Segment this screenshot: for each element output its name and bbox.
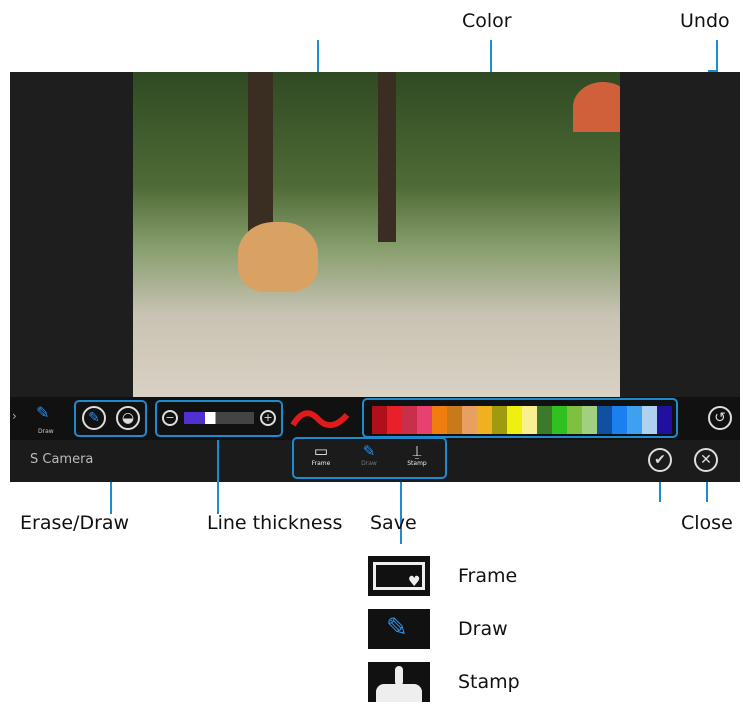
color-swatch[interactable] (612, 406, 627, 434)
mode-label: Draw (361, 460, 377, 467)
color-swatch[interactable] (447, 406, 462, 434)
color-swatch[interactable] (567, 406, 582, 434)
pen-button[interactable]: ✎ (82, 406, 106, 430)
color-swatch[interactable] (507, 406, 522, 434)
mode-frame[interactable]: ▭ Frame (306, 442, 336, 467)
dog (238, 222, 318, 292)
stamp-icon: ⍊ (412, 442, 422, 460)
close-button[interactable]: ✕ (694, 448, 718, 472)
legend-draw-icon: ✎ (368, 609, 430, 649)
color-swatch[interactable] (657, 406, 672, 434)
legend-stamp-label: Stamp (458, 671, 520, 693)
color-swatch[interactable] (492, 406, 507, 434)
callout-undo: Undo (680, 10, 730, 32)
app-name: S Camera (30, 452, 94, 467)
color-swatch[interactable] (597, 406, 612, 434)
callout-erase-draw: Erase/Draw (20, 512, 130, 534)
callout-save: Save (370, 512, 417, 534)
mode-stamp[interactable]: ⍊ Stamp (402, 442, 432, 467)
mode-draw[interactable]: ✎ Draw (354, 442, 384, 467)
photo (133, 72, 620, 397)
color-swatch[interactable] (462, 406, 477, 434)
color-swatch[interactable] (432, 406, 447, 434)
legend-stamp-icon (368, 662, 430, 702)
callout-line-thickness (217, 440, 219, 514)
callout-line-thickness-label: Line thickness (207, 512, 343, 534)
mode-label: Stamp (407, 460, 427, 467)
color-swatch[interactable] (387, 406, 402, 434)
color-swatch[interactable] (627, 406, 642, 434)
color-swatch[interactable] (537, 406, 552, 434)
callout-line-save (659, 482, 661, 502)
draw-icon: ✎ (36, 403, 50, 422)
legend-draw-label: Draw (458, 618, 508, 640)
thickness-slider[interactable] (184, 412, 254, 424)
undo-button[interactable]: ↺ (708, 406, 732, 430)
callout-color: Color (462, 10, 512, 32)
pen-preview-stroke (290, 410, 350, 428)
thickness-minus-button[interactable]: − (162, 410, 178, 426)
callout-close: Close (681, 512, 733, 534)
expand-chevron-icon[interactable]: › (12, 409, 17, 423)
draw-icon: ✎ (362, 442, 376, 460)
legend-frame-label: Frame (458, 565, 518, 587)
color-swatch[interactable] (552, 406, 567, 434)
thickness-plus-button[interactable]: + (260, 410, 276, 426)
callout-line-close (706, 482, 708, 502)
app-screen: › ✎ Draw ✎ ◒ − + ↺ S Camera ▭ Frame ✎ Draw… (10, 72, 740, 482)
color-palette[interactable] (372, 406, 672, 434)
frame-icon: ▭ (313, 442, 329, 460)
save-button[interactable]: ✔ (648, 448, 672, 472)
bottom-bar: S Camera ▭ Frame ✎ Draw ⍊ Stamp ✔ ✕ (10, 437, 740, 482)
color-swatch[interactable] (372, 406, 387, 434)
color-swatch[interactable] (582, 406, 597, 434)
mode-label: Frame (311, 460, 331, 467)
color-swatch[interactable] (402, 406, 417, 434)
callout-line-erase (110, 482, 112, 514)
side-tool-label: Draw (38, 428, 54, 435)
color-swatch[interactable] (417, 406, 432, 434)
color-swatch[interactable] (642, 406, 657, 434)
eraser-button[interactable]: ◒ (116, 406, 140, 430)
legend-frame-icon: ♥ (368, 556, 430, 596)
color-swatch[interactable] (477, 406, 492, 434)
color-swatch[interactable] (522, 406, 537, 434)
